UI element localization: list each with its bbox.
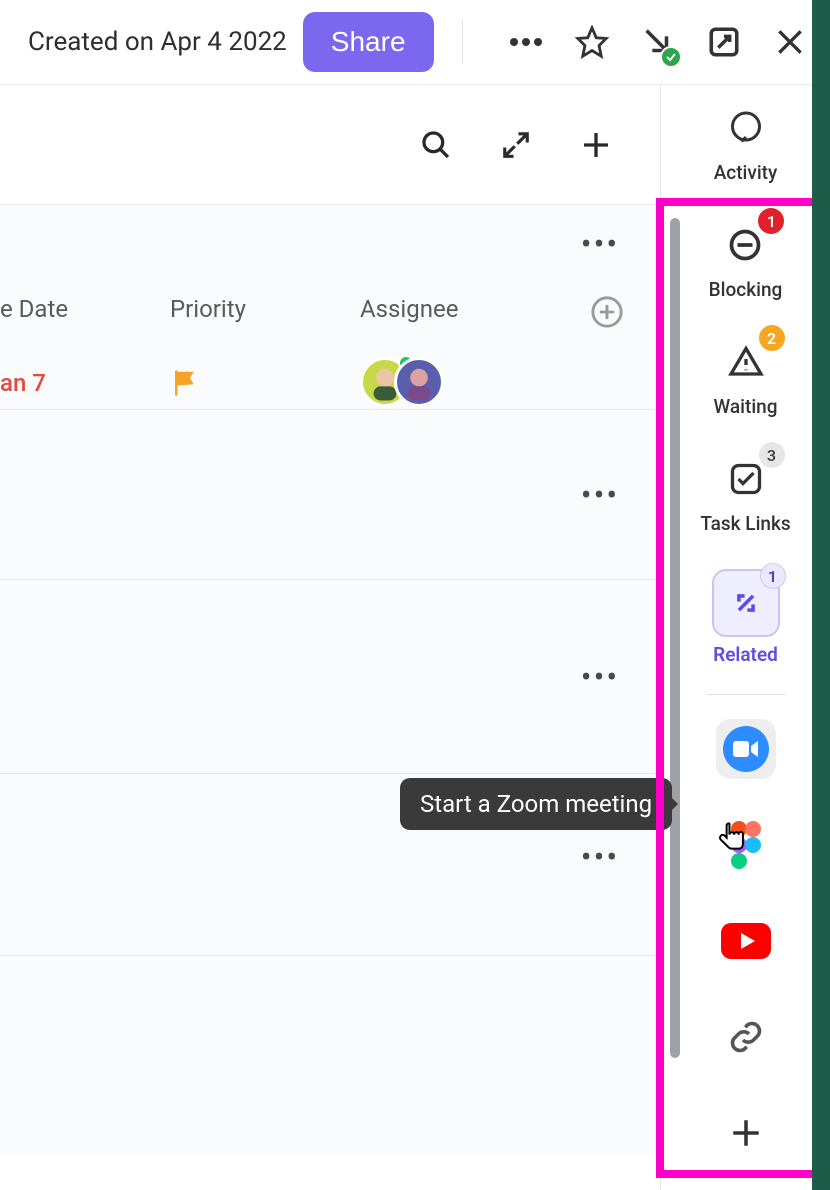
more-icon[interactable] [506,22,546,62]
created-on-label: Created on Apr 4 2022 [28,27,287,57]
panel-menu-icon[interactable]: ••• [580,658,620,696]
rail-task-links[interactable]: 3 Task Links [700,452,790,535]
rail-label: Activity [714,161,778,184]
window-border [812,0,830,1190]
close-icon[interactable] [770,22,810,62]
panel-menu-icon[interactable]: ••• [580,476,620,514]
fullscreen-icon[interactable] [496,125,536,165]
badge: 3 [759,442,785,468]
rail-label: Blocking [709,278,783,301]
panel-menu-icon[interactable]: ••• [580,838,620,876]
cursor-hand-icon [716,820,750,858]
task-link-icon: 3 [719,452,773,506]
column-header-priority[interactable]: Priority [170,295,360,323]
rail-activity[interactable]: Activity [714,101,778,184]
right-rail: Activity 1 Blocking 2 Waiting 3 Task Lin… [660,85,830,1190]
panel-menu-icon[interactable]: ••• [580,225,620,263]
comment-icon [719,101,773,155]
youtube-icon [721,923,771,959]
main-column: ••• e Date Priority Assignee an 7 [0,85,660,1190]
warning-icon: 2 [719,335,773,389]
task-row[interactable]: an 7 [0,357,660,409]
priority-flag-icon[interactable] [170,368,360,398]
zoom-icon [723,726,769,772]
expand-icon[interactable] [704,22,744,62]
avatar[interactable] [394,357,444,407]
rail-label: Task Links [700,512,790,535]
link-button[interactable] [716,1007,776,1067]
star-icon[interactable] [572,22,612,62]
scrollbar[interactable] [670,218,680,1058]
due-date[interactable]: an 7 [0,369,170,397]
panel-section: ••• [0,410,660,580]
share-button[interactable]: Share [303,12,434,72]
add-icon[interactable] [576,125,616,165]
rail-label: Waiting [713,395,777,418]
divider [462,20,463,64]
zoom-button[interactable] [716,719,776,779]
column-header-assignee[interactable]: Assignee [360,295,550,323]
action-row [0,85,660,205]
assignee-avatars[interactable] [360,357,550,409]
rail-blocking[interactable]: 1 Blocking [709,218,783,301]
add-app-button[interactable] [716,1103,776,1163]
badge: 1 [760,563,786,589]
rail-label: Related [713,643,778,666]
plus-icon [729,1116,763,1150]
panel-section: ••• [0,580,660,774]
task-list-panel: ••• e Date Priority Assignee an 7 [0,205,660,410]
column-header-date[interactable]: e Date [0,295,170,323]
youtube-button[interactable] [716,911,776,971]
tooltip-text: Start a Zoom meeting [420,790,652,818]
add-column-icon[interactable] [590,295,624,329]
badge: 1 [758,208,784,234]
download-icon[interactable] [638,22,678,62]
badge: 2 [759,325,785,351]
rail-related[interactable]: 1 Related [712,569,780,666]
panel-section [0,956,660,1156]
related-icon: 1 [712,569,780,637]
search-icon[interactable] [416,125,456,165]
scroll-thumb[interactable] [670,218,680,1058]
check-badge-icon [660,46,682,68]
column-headers: e Date Priority Assignee [0,205,660,323]
topbar-actions [506,22,810,62]
divider [706,694,786,695]
topbar: Created on Apr 4 2022 Share [0,0,830,85]
zoom-tooltip: Start a Zoom meeting [400,778,672,830]
blocking-icon: 1 [718,218,772,272]
link-icon [728,1019,764,1055]
rail-waiting[interactable]: 2 Waiting [713,335,777,418]
